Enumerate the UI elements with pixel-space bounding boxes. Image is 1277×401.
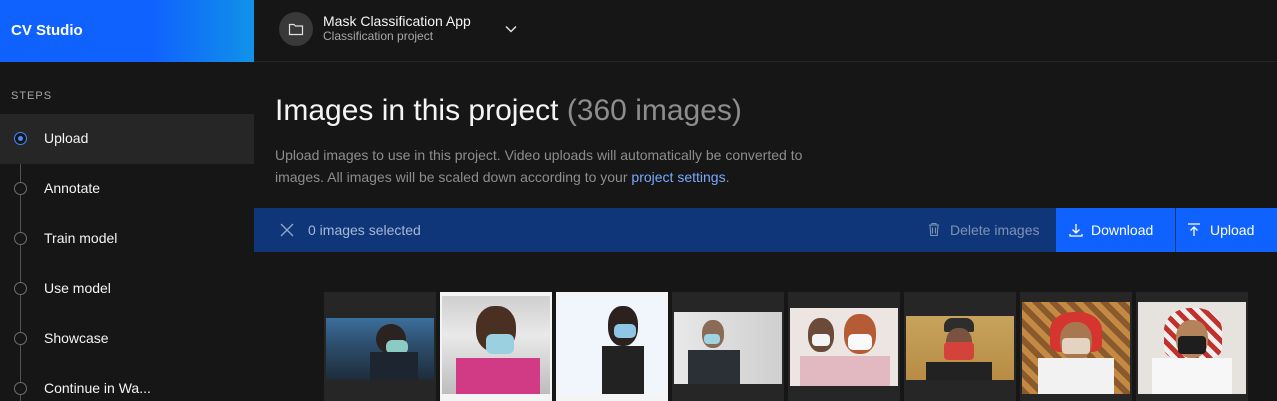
page-title: Images in this project (360 images) [275, 94, 742, 128]
step-label: Continue in Wa... [44, 380, 151, 396]
project-name[interactable]: Mask Classification App [323, 13, 471, 29]
image-count: (360 images) [566, 94, 742, 127]
step-use-model[interactable]: Use model [0, 264, 254, 314]
app-brand[interactable]: CV Studio [0, 0, 254, 62]
delete-images-label: Delete images [950, 222, 1040, 238]
image-thumbnail-4[interactable] [672, 292, 784, 401]
upload-button[interactable]: Upload [1176, 208, 1277, 252]
image-thumbnail-7[interactable] [1020, 292, 1132, 401]
image-thumbnail-3[interactable] [556, 292, 668, 401]
project-type: Classification project [323, 29, 434, 43]
folder-icon [288, 23, 304, 36]
step-indicator-icon [14, 382, 27, 395]
download-button[interactable]: Download [1056, 208, 1175, 252]
thumbnail-image [790, 308, 898, 386]
download-icon [1069, 224, 1083, 237]
step-indicator-icon [14, 332, 27, 345]
selected-count-text: 0 images selected [308, 222, 421, 238]
close-icon[interactable] [280, 223, 294, 237]
step-label: Train model [44, 230, 118, 246]
thumbnail-image [558, 296, 666, 394]
step-label: Annotate [44, 180, 101, 196]
main-content: Images in this project (360 images) Uplo… [254, 62, 1277, 401]
image-thumbnail-5[interactable] [788, 292, 900, 401]
thumbnail-image [906, 316, 1014, 380]
delete-images-button[interactable]: Delete images [927, 208, 1040, 252]
thumbnail-image [674, 312, 782, 384]
step-label: Use model [44, 280, 111, 296]
trash-icon [929, 222, 939, 237]
thumbnail-image [1138, 302, 1246, 394]
description-suffix: . [725, 169, 730, 185]
step-indicator-icon [14, 232, 27, 245]
thumbnail-image [326, 318, 434, 380]
step-train-model[interactable]: Train model [0, 214, 254, 264]
page-title-text: Images in this project [275, 94, 559, 127]
selection-action-bar: 0 images selected Delete images Download… [254, 208, 1277, 252]
image-thumbnail-2[interactable] [440, 292, 552, 401]
image-thumbnail-8[interactable] [1136, 292, 1248, 401]
upload-label: Upload [1210, 222, 1255, 238]
thumbnail-image [442, 296, 550, 394]
step-label: Showcase [44, 330, 109, 346]
image-thumbnail-6[interactable] [904, 292, 1016, 401]
step-showcase[interactable]: Showcase [0, 314, 254, 364]
page-description: Upload images to use in this project. Vi… [275, 144, 855, 188]
download-label: Download [1091, 222, 1154, 238]
step-annotate[interactable]: Annotate [0, 164, 254, 214]
project-folder-button[interactable] [279, 12, 313, 46]
project-header: Mask Classification App Classification p… [254, 0, 1277, 62]
upload-icon [1188, 223, 1200, 236]
step-upload[interactable]: Upload [0, 114, 254, 164]
thumbnail-image [1022, 302, 1130, 394]
project-settings-link[interactable]: project settings [631, 169, 725, 185]
step-indicator-icon [14, 282, 27, 295]
chevron-down-icon[interactable] [504, 22, 518, 36]
steps-section-label: STEPS [11, 90, 53, 102]
image-thumbnail-1[interactable] [324, 292, 436, 401]
step-label: Upload [44, 130, 89, 146]
step-continue[interactable]: Continue in Wa... [0, 364, 254, 401]
app-root: CV Studio STEPS Upload Annotate Train mo… [0, 0, 1277, 401]
sidebar: CV Studio STEPS Upload Annotate Train mo… [0, 0, 254, 401]
step-active-indicator-icon [14, 132, 27, 145]
step-indicator-icon [14, 182, 27, 195]
